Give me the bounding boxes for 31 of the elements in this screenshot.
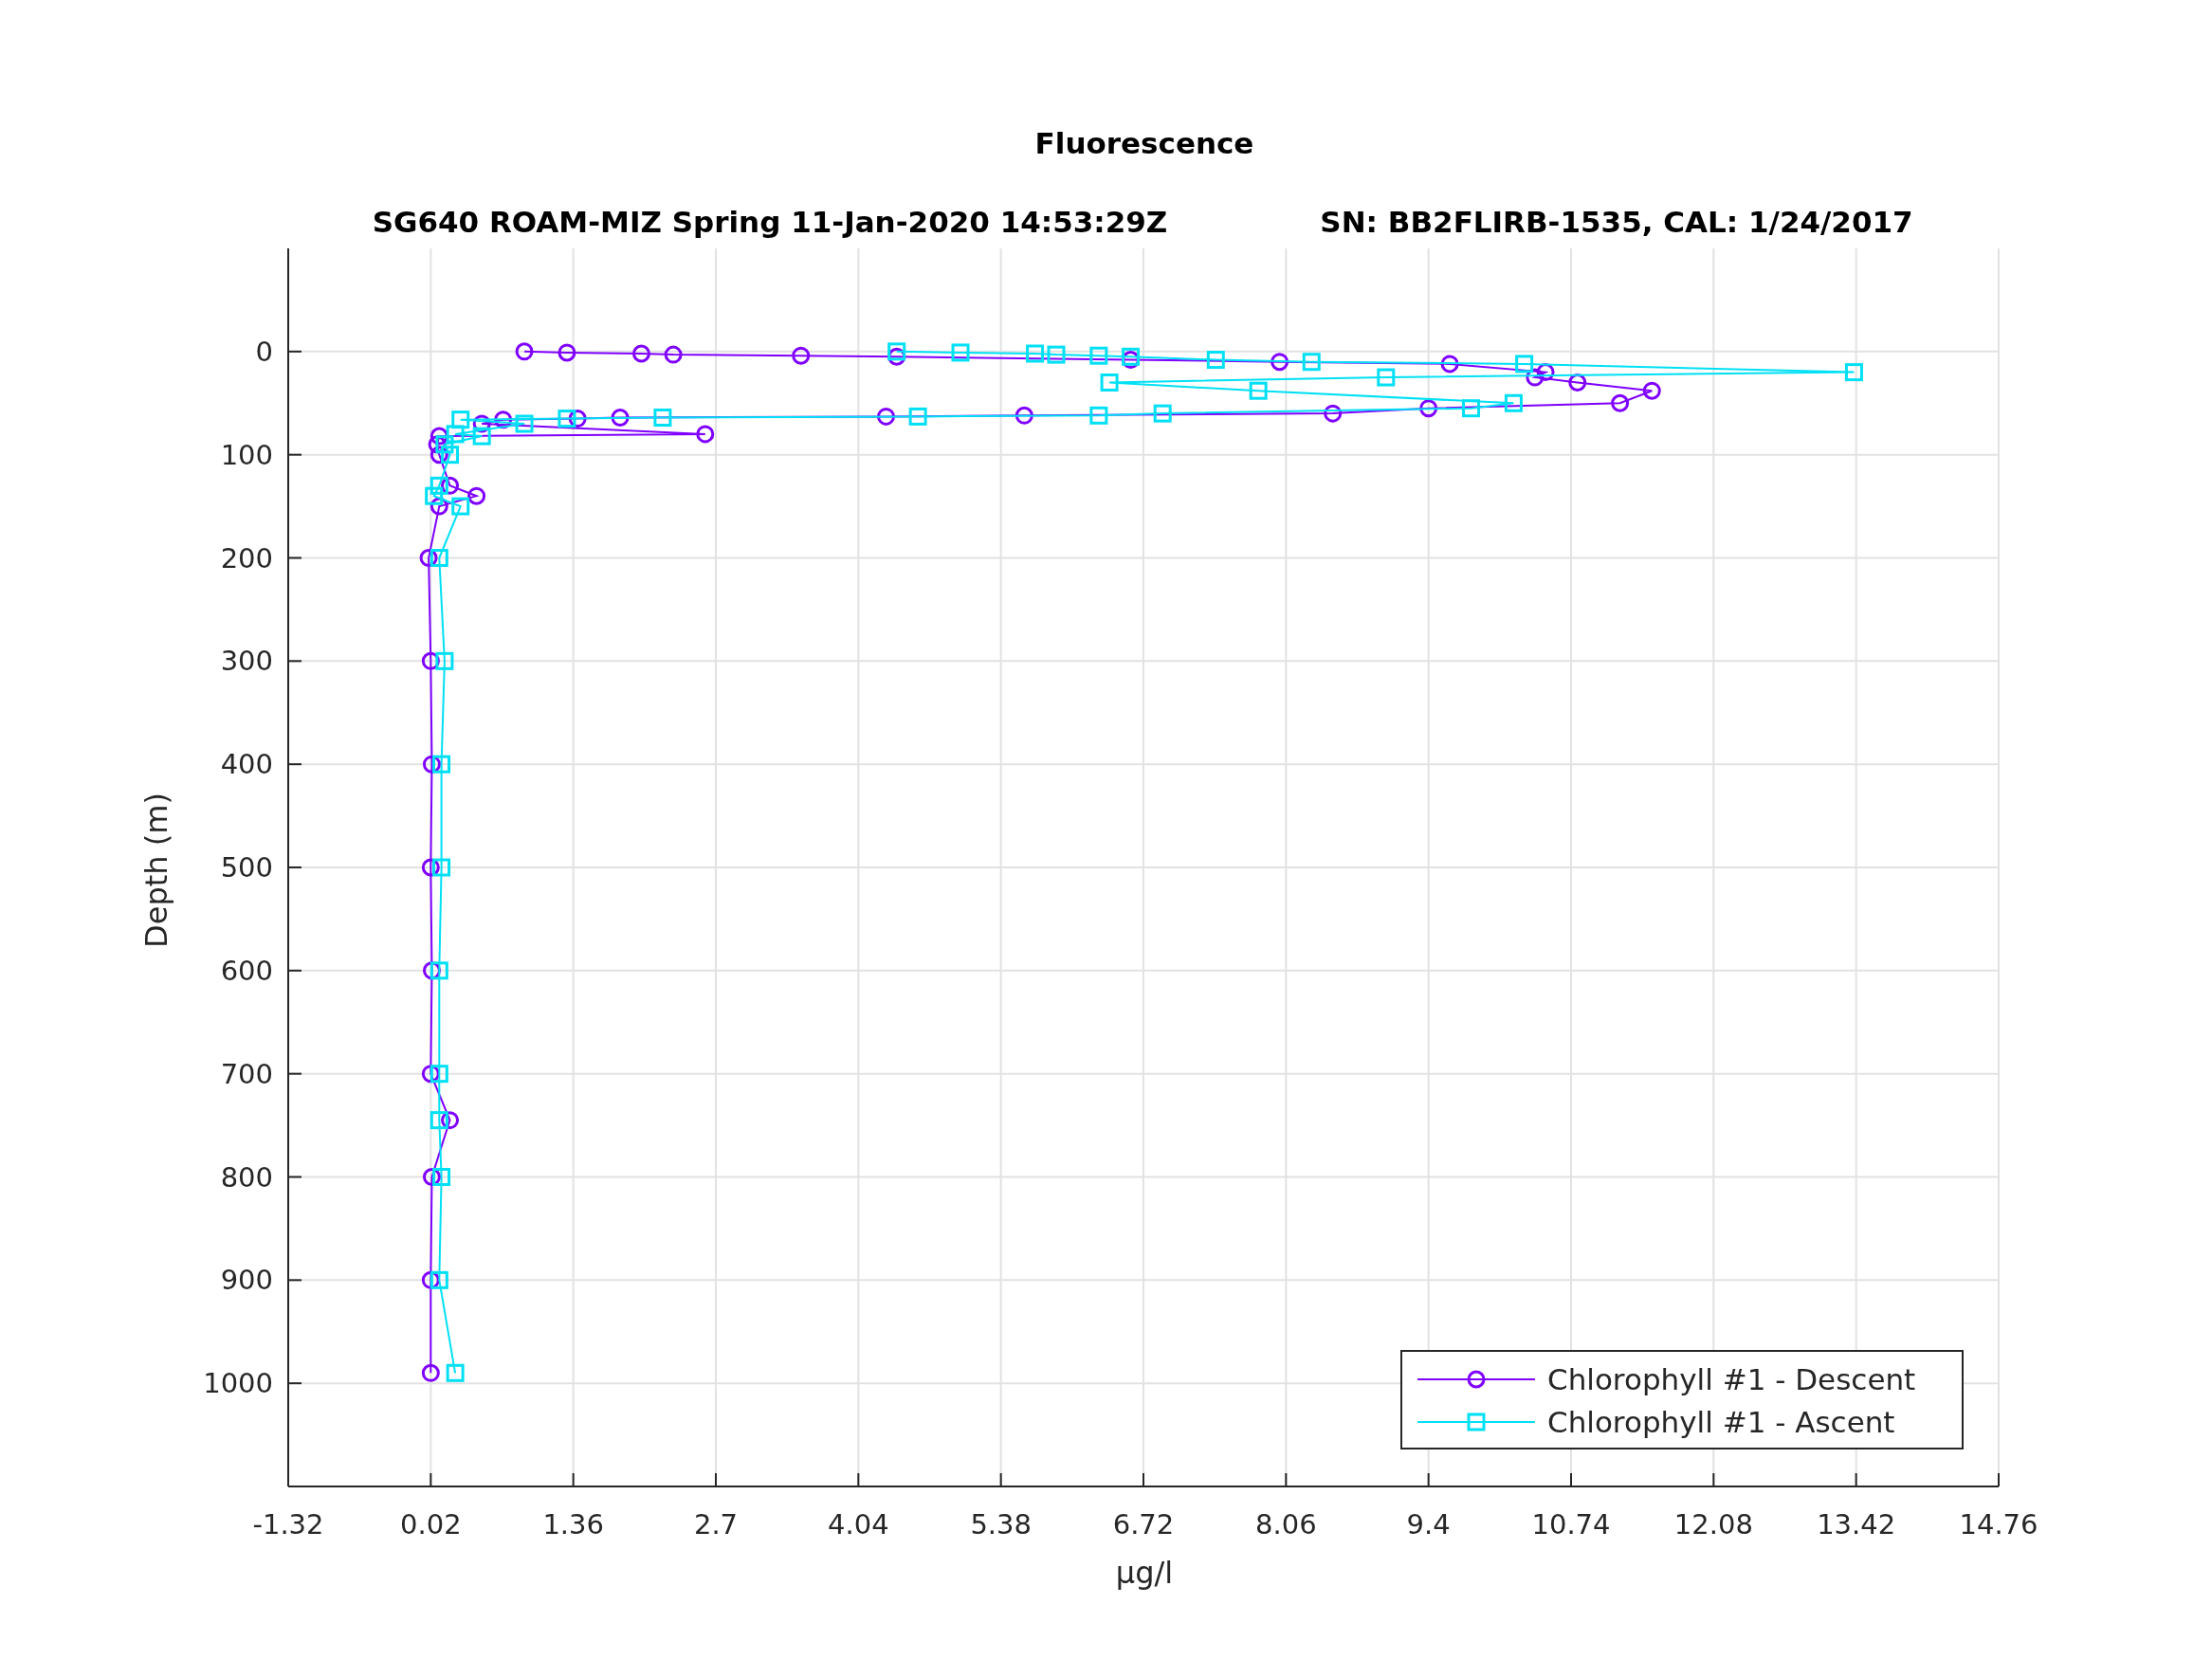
x-tick-label: 1.36: [542, 1508, 604, 1540]
y-tick-label: 200: [220, 541, 273, 574]
x-tick-label: 6.72: [1112, 1508, 1175, 1540]
y-tick-label: 600: [220, 954, 273, 987]
x-tick-label: 0.02: [400, 1508, 462, 1540]
x-tick-label: 10.74: [1531, 1508, 1611, 1540]
y-tick-label: 300: [220, 645, 273, 678]
x-tick-label: 14.76: [1959, 1508, 2038, 1540]
x-tick-label: 5.38: [970, 1508, 1032, 1540]
legend-label: Chlorophyll #1 - Ascent: [1547, 1405, 1895, 1439]
chart-title: Fluorescence: [1034, 126, 1254, 160]
y-tick-label: 400: [220, 748, 273, 781]
y-axis-label: Depth (m): [138, 793, 174, 948]
x-tick-label: 9.4: [1406, 1508, 1451, 1540]
legend-label: Chlorophyll #1 - Descent: [1547, 1362, 1916, 1396]
x-axis-label: μg/l: [1115, 1555, 1174, 1591]
chart-subtitle: SG640 ROAM-MIZ Spring 11-Jan-2020 14:53:29Z: [372, 205, 1168, 239]
y-tick-label: 800: [220, 1160, 273, 1194]
y-tick-label: 100: [220, 438, 273, 471]
y-tick-label: 0: [255, 335, 273, 368]
x-tick-label: 4.04: [828, 1508, 889, 1540]
x-tick-label: 8.06: [1255, 1508, 1317, 1540]
x-tick-label: 13.42: [1817, 1508, 1896, 1540]
y-tick-label: 1000: [203, 1367, 273, 1400]
x-tick-label: 12.08: [1673, 1508, 1753, 1540]
y-tick-label: 500: [220, 851, 273, 884]
chart-subtitle: SN: BB2FLIRB-1535, CAL: 1/24/2017: [1320, 205, 1913, 239]
y-tick-label: 900: [220, 1264, 273, 1297]
x-tick-label: 2.7: [693, 1508, 739, 1540]
x-tick-label: -1.32: [252, 1508, 324, 1540]
y-tick-label: 700: [220, 1057, 273, 1090]
